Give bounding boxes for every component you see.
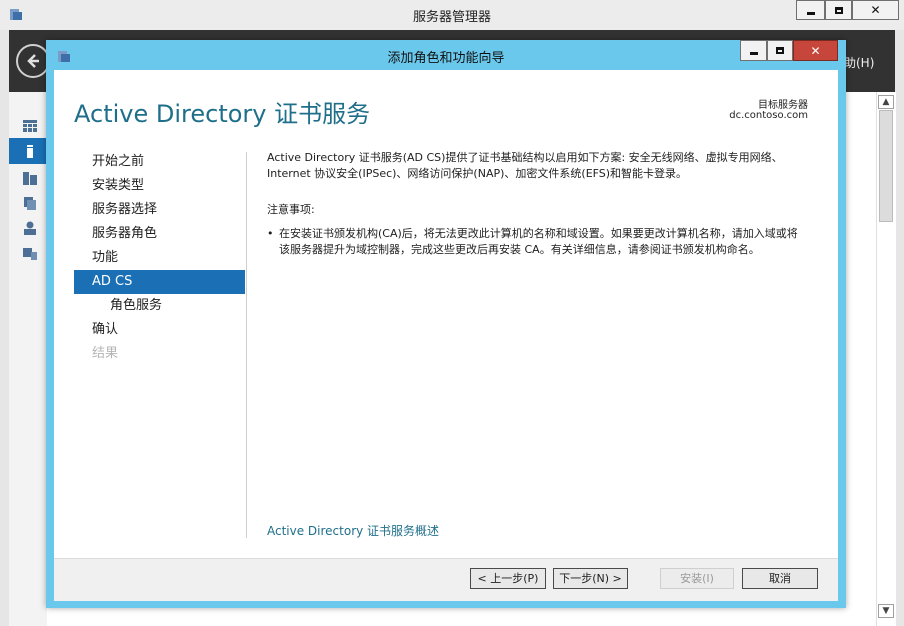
maximize-icon [834,6,843,14]
server-manager-titlebar: 服务器管理器 ✕ [0,0,904,30]
step-features[interactable]: 功能 [74,246,245,270]
step-ad-cs[interactable]: AD CS [74,270,245,294]
step-role-services[interactable]: 角色服务 [74,294,245,318]
close-icon: ✕ [870,3,881,17]
minimize-button[interactable] [796,0,825,20]
ad-cs-role-icon[interactable] [22,220,38,236]
dialog-minimize-button[interactable] [740,40,767,61]
step-server-roles[interactable]: 服务器角色 [74,222,245,246]
dashboard-icon[interactable] [22,118,38,134]
scroll-down-button[interactable]: ▼ [878,604,894,618]
close-button[interactable]: ✕ [852,0,899,20]
close-icon: ✕ [810,43,821,58]
nav-divider [246,152,247,538]
file-storage-icon[interactable] [22,195,38,211]
bullet-icon: • [267,227,274,240]
dialog-content: Active Directory 证书服务 目标服务器 dc.contoso.c… [54,70,838,558]
step-before-you-begin[interactable]: 开始之前 [74,150,245,174]
add-roles-wizard-dialog: 添加角色和功能向导 ✕ Active Directory 证书服务 目标服务器 … [46,40,846,608]
previous-button[interactable]: < 上一步(P) [470,568,546,589]
wizard-steps-nav: 开始之前 安装类型 服务器选择 服务器角色 功能 AD CS 角色服务 确认 结… [74,150,245,366]
dialog-title: 添加角色和功能向导 [387,51,505,66]
dialog-close-button[interactable]: ✕ [793,40,838,61]
arrow-left-icon [27,54,39,68]
note-text: 在安装证书颁发机构(CA)后，将无法更改此计算机的名称和域设置。如果要更改计算机… [279,227,798,256]
target-server-value: dc.contoso.com [729,110,808,121]
all-servers-icon[interactable] [22,170,38,186]
back-button[interactable] [16,44,50,78]
scrollbar-thumb[interactable] [879,110,893,222]
page-title: Active Directory 证书服务 [74,100,371,128]
minimize-icon [806,11,815,15]
step-results: 结果 [92,346,119,361]
adcs-overview-link[interactable]: Active Directory 证书服务概述 [267,522,439,539]
ad-ds-role-icon[interactable] [22,245,38,261]
step-installation-type[interactable]: 安装类型 [74,174,245,198]
notes-heading: 注意事项: [267,203,315,216]
step-server-selection[interactable]: 服务器选择 [74,198,245,222]
scroll-up-button[interactable]: ▲ [878,95,894,109]
dialog-footer: < 上一步(P) 下一步(N) > 安装(I) 取消 [54,558,838,601]
step-confirmation[interactable]: 确认 [74,318,245,342]
window-title: 服务器管理器 [412,10,491,25]
maximize-icon [776,47,784,54]
cancel-button[interactable]: 取消 [742,568,818,589]
next-button[interactable]: 下一步(N) > [553,568,628,589]
target-server-label: 目标服务器 [758,100,808,111]
minimize-icon [749,52,758,55]
help-menu[interactable]: 助(H) [844,54,874,71]
note-item: • 在安装证书颁发机构(CA)后，将无法更改此计算机的名称和域设置。如果要更改计… [267,226,807,258]
install-button: 安装(I) [660,568,734,589]
maximize-button[interactable] [825,0,852,20]
local-server-icon[interactable] [22,143,38,159]
dialog-maximize-button[interactable] [767,40,793,61]
adcs-description: Active Directory 证书服务(AD CS)提供了证书基础结构以启用… [267,151,783,180]
